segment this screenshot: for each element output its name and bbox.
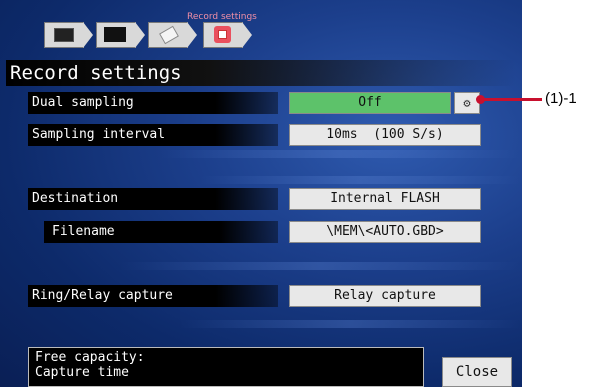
- dual-sampling-button[interactable]: Off: [289, 92, 451, 114]
- capture-time-text: Capture time: [35, 365, 129, 380]
- crumb-pen-icon[interactable]: [148, 22, 188, 48]
- bg-stripe: [120, 262, 520, 270]
- dual-sampling-settings-button[interactable]: ⚙: [454, 92, 480, 114]
- callout-label: (1)-1: [545, 90, 577, 107]
- callout-line: [480, 98, 542, 101]
- crumb-arrow: [83, 22, 93, 48]
- pen-glyph: [159, 25, 179, 45]
- record-glyph: [214, 26, 231, 43]
- close-button[interactable]: Close: [442, 357, 512, 387]
- callout-dot: [476, 95, 485, 104]
- ring-relay-button[interactable]: Relay capture: [289, 285, 481, 307]
- breadcrumb-current-label: Record settings: [187, 12, 257, 22]
- filename-button[interactable]: \MEM\<AUTO.GBD>: [289, 221, 481, 243]
- crumb-record-icon[interactable]: [203, 22, 243, 48]
- sampling-interval-button[interactable]: 10ms (100 S/s): [289, 124, 481, 146]
- dual-sampling-label: Dual sampling: [28, 92, 278, 114]
- filename-label: Filename: [44, 221, 278, 243]
- crumb-arrow: [187, 22, 197, 48]
- ring-relay-label: Ring/Relay capture: [28, 285, 278, 307]
- device-screen: Record settings Record settings Dual sam…: [0, 0, 522, 387]
- destination-button[interactable]: Internal FLASH: [289, 188, 481, 210]
- bg-stripe: [180, 320, 520, 328]
- sampling-interval-label: Sampling interval: [28, 124, 278, 146]
- capacity-info-panel: Free capacity: Capture time: [28, 347, 424, 387]
- crumb-arrow: [242, 22, 252, 48]
- free-capacity-text: Free capacity:: [35, 350, 145, 365]
- bg-stripe: [200, 176, 520, 184]
- page-title: Record settings: [6, 60, 516, 86]
- monitor-glyph: [54, 28, 74, 42]
- bg-stripe: [160, 150, 520, 158]
- crumb-monitor-icon[interactable]: [44, 22, 84, 48]
- destination-label: Destination: [28, 188, 278, 210]
- crumb-arrow: [135, 22, 145, 48]
- data-glyph: [104, 27, 126, 42]
- crumb-data-icon[interactable]: [96, 22, 136, 48]
